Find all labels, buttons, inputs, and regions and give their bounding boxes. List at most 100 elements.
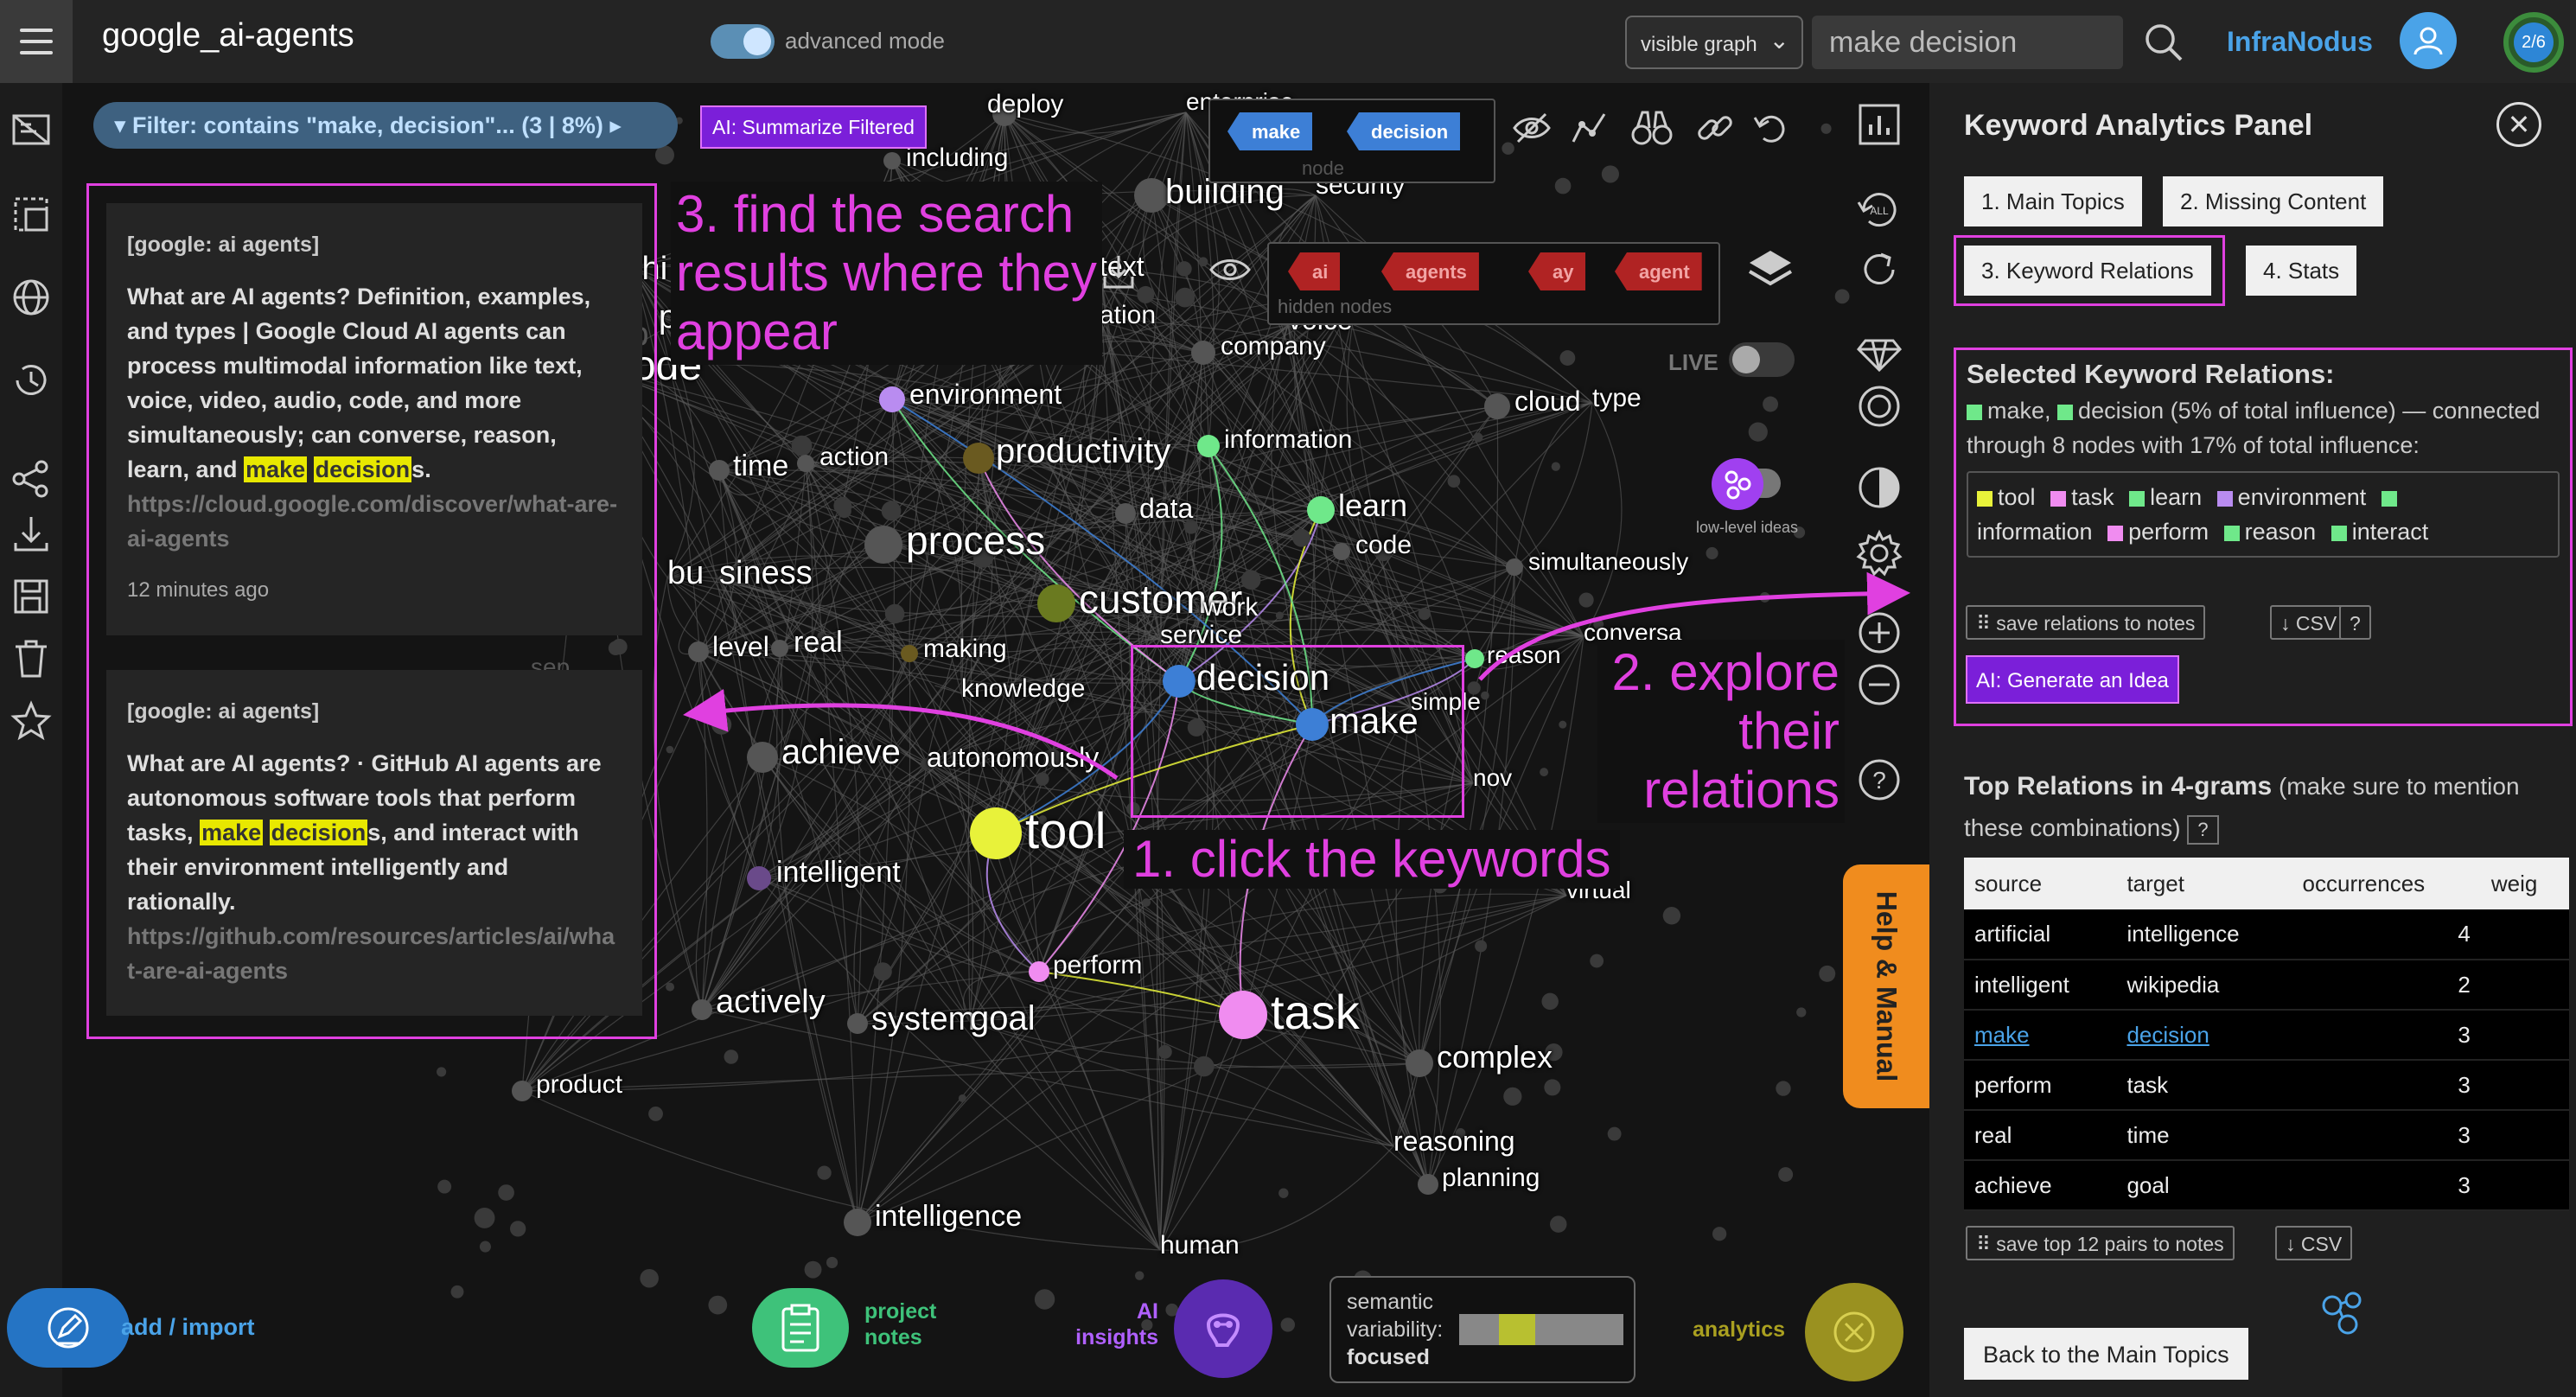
ai-summarize-filtered-button[interactable]: AI: Summarize Filtered: [700, 105, 927, 149]
table-row[interactable]: perform task 3: [1964, 1060, 2569, 1111]
table-row[interactable]: make decision 3: [1964, 1010, 2569, 1061]
eye-icon[interactable]: [1208, 252, 1252, 287]
graph-node-productivity[interactable]: [963, 443, 994, 474]
node-label-human[interactable]: human: [1160, 1231, 1240, 1260]
node-label-knowledge[interactable]: knowledge: [961, 674, 1085, 704]
diamond-icon[interactable]: [1853, 325, 1905, 377]
advanced-mode-toggle[interactable]: [711, 24, 775, 59]
graph-node-planning[interactable]: [1418, 1174, 1438, 1195]
zoom-out-icon[interactable]: [1853, 659, 1905, 711]
node-label-making[interactable]: making: [923, 635, 1007, 664]
graph-node-actively[interactable]: [692, 999, 712, 1020]
save-pairs-button[interactable]: ⠿ save top 12 pairs to notes: [1966, 1226, 2235, 1260]
trash-icon[interactable]: [9, 636, 54, 681]
refresh-icon[interactable]: [1853, 244, 1905, 296]
history-icon[interactable]: [9, 358, 54, 403]
node-tool[interactable]: tool: [1998, 484, 2036, 510]
ai-insights-label[interactable]: AI insights: [1055, 1298, 1158, 1350]
back-main-topics-button[interactable]: Back to the Main Topics: [1964, 1328, 2248, 1380]
close-icon[interactable]: ✕: [2496, 102, 2541, 147]
graph-node-level[interactable]: [688, 641, 709, 662]
ai-insights-button[interactable]: [1174, 1279, 1272, 1378]
node-label-simultaneously[interactable]: simultaneously: [1528, 548, 1688, 576]
table-row[interactable]: intelligent wikipedia 2: [1964, 960, 2569, 1011]
graph-node-building[interactable]: [1134, 178, 1169, 213]
csv-pairs-button[interactable]: ↓ CSV: [2275, 1226, 2353, 1260]
node-label-deploy[interactable]: deploy: [987, 90, 1063, 119]
chip-ay[interactable]: ay: [1528, 252, 1586, 290]
graph-node-time[interactable]: [709, 460, 730, 481]
search-icon[interactable]: [2142, 21, 2185, 64]
link-icon[interactable]: [1694, 107, 1736, 149]
zoom-in-icon[interactable]: [1853, 607, 1905, 659]
add-import-button[interactable]: [7, 1288, 130, 1368]
node-label-environment[interactable]: environment: [909, 379, 1062, 411]
download-small-icon[interactable]: [1100, 252, 1138, 290]
column-header[interactable]: source: [1964, 858, 2117, 909]
graph-node-cloud[interactable]: [1484, 393, 1510, 419]
node-label-product[interactable]: product: [536, 1070, 622, 1100]
project-notes-label[interactable]: project notes: [864, 1298, 936, 1350]
graph-node-data[interactable]: [1115, 503, 1136, 524]
graph-select[interactable]: visible graph: [1625, 16, 1803, 69]
graph-node-intelligence[interactable]: [844, 1209, 871, 1236]
live-toggle[interactable]: [1729, 342, 1795, 377]
node-label-work[interactable]: work: [1203, 593, 1258, 622]
graph-node-intelligent[interactable]: [747, 866, 771, 890]
graph-node-product[interactable]: [512, 1081, 532, 1101]
globe-icon[interactable]: [9, 275, 54, 320]
chip-make[interactable]: make: [1227, 112, 1313, 150]
node-label-code[interactable]: code: [1355, 531, 1412, 560]
node-interact[interactable]: interact: [2352, 519, 2429, 545]
node-label-siness[interactable]: siness: [719, 555, 813, 592]
node-label-productivity[interactable]: productivity: [996, 432, 1170, 471]
semantic-variability-box[interactable]: semantic variability: focused: [1329, 1276, 1636, 1383]
gear-icon[interactable]: [1853, 527, 1905, 579]
share-icon[interactable]: [9, 456, 54, 501]
node-label-action[interactable]: action: [819, 443, 889, 472]
table-row[interactable]: achieve goal 3: [1964, 1160, 2569, 1211]
chip-agent[interactable]: agent: [1615, 252, 1702, 290]
node-label-planning[interactable]: planning: [1442, 1164, 1540, 1193]
search-input[interactable]: [1812, 16, 2123, 69]
graph-node-complex[interactable]: [1406, 1049, 1433, 1077]
column-header[interactable]: target: [2116, 858, 2292, 909]
binoculars-icon[interactable]: [1630, 107, 1674, 149]
star-icon[interactable]: [9, 698, 54, 743]
table-row[interactable]: real time 3: [1964, 1110, 2569, 1161]
column-header[interactable]: occurrences: [2292, 858, 2481, 909]
save-icon[interactable]: [9, 574, 54, 619]
tab-missing-content[interactable]: 2. Missing Content: [2163, 176, 2384, 226]
download-icon[interactable]: [9, 512, 54, 557]
graph-node-achieve[interactable]: [747, 742, 778, 773]
analytics-close-button[interactable]: [1805, 1283, 1903, 1381]
result-url[interactable]: https://cloud.google.com/discover/what-a…: [127, 487, 622, 556]
chart-icon[interactable]: [1853, 99, 1905, 150]
chip-ai[interactable]: ai: [1288, 252, 1341, 290]
node-information[interactable]: information: [1977, 519, 2093, 545]
tab-keyword-relations[interactable]: 3. Keyword Relations: [1964, 246, 2211, 296]
node-task[interactable]: task: [2071, 484, 2114, 510]
project-notes-button[interactable]: [752, 1288, 849, 1368]
node-label-complex[interactable]: complex: [1437, 1039, 1553, 1075]
graph-node-tool[interactable]: [970, 807, 1022, 859]
brand-logo[interactable]: InfraNodus: [2227, 26, 2373, 58]
node-label-data[interactable]: data: [1139, 493, 1193, 525]
graph-node-company[interactable]: [1191, 341, 1215, 365]
node-reason[interactable]: reason: [2245, 519, 2317, 545]
result-card[interactable]: [google: ai agents] What are AI agents? …: [106, 203, 642, 635]
node-label-reason[interactable]: reason: [1487, 641, 1561, 669]
undo-icon[interactable]: [1751, 107, 1793, 149]
node-label-system[interactable]: system: [871, 1001, 975, 1038]
add-import-label[interactable]: add / import: [121, 1314, 255, 1341]
cell-source[interactable]: make: [1964, 1010, 2117, 1061]
graph-node-environment[interactable]: [879, 386, 905, 412]
node-label-tool[interactable]: tool: [1025, 802, 1106, 860]
analytics-label[interactable]: analytics: [1693, 1317, 1785, 1343]
network-icon[interactable]: [2317, 1288, 2369, 1340]
node-label-time[interactable]: time: [733, 450, 788, 483]
layers-icon[interactable]: [1746, 246, 1795, 294]
low-level-ideas-toggle[interactable]: [1710, 458, 1796, 510]
help-icon[interactable]: ?: [1853, 754, 1905, 806]
node-perform[interactable]: perform: [2128, 519, 2209, 545]
